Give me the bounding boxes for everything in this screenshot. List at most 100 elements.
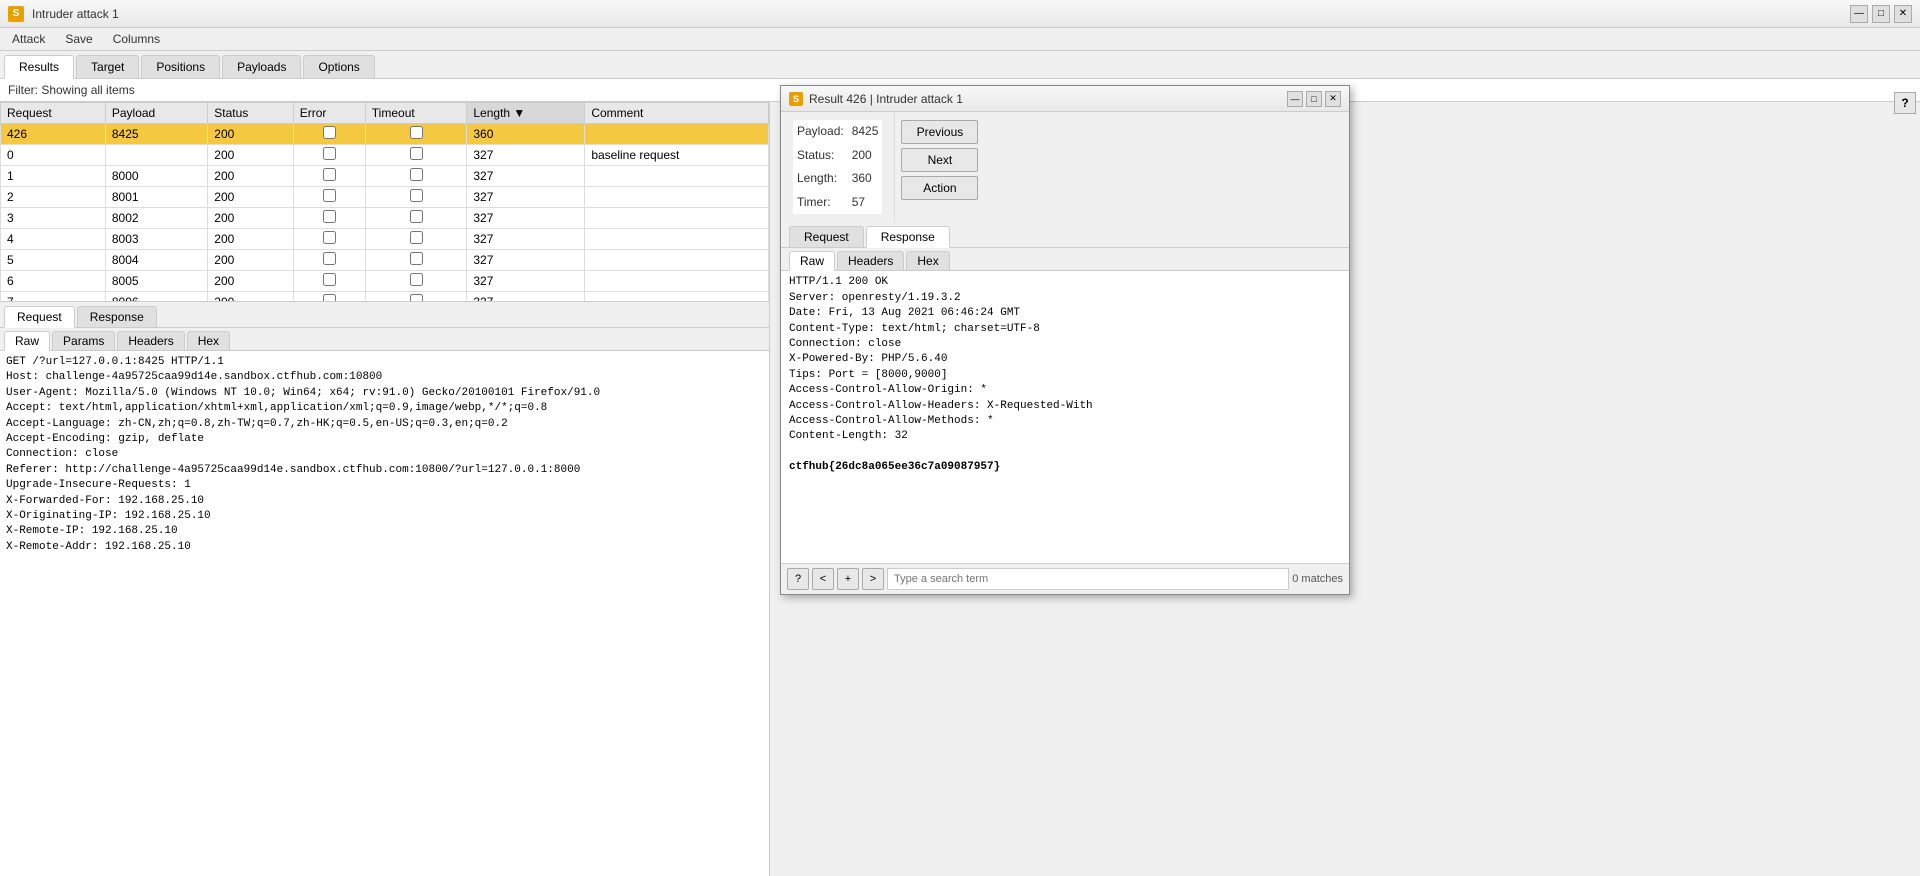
table-row[interactable]: 4268425200360 (1, 124, 769, 145)
timeout-checkbox[interactable] (410, 189, 423, 202)
lower-panel: Request Response Raw Params Headers Hex … (0, 302, 769, 876)
result-sub-tabs: Raw Headers Hex (781, 248, 1349, 271)
error-checkbox[interactable] (323, 252, 336, 265)
app-icon: S (8, 6, 24, 22)
table-row[interactable]: 18000200327 (1, 166, 769, 187)
main-tabs: Results Target Positions Payloads Option… (0, 51, 1920, 79)
result-info-row: Payload: 8425 Status: 200 Length: 360 (781, 112, 1349, 222)
tab-target[interactable]: Target (76, 55, 139, 78)
table-row[interactable]: 78006200327 (1, 292, 769, 303)
search-prev-button[interactable]: < (812, 568, 834, 590)
action-button[interactable]: Action (901, 176, 978, 200)
search-help-button[interactable]: ? (787, 568, 809, 590)
col-comment[interactable]: Comment (585, 103, 769, 124)
result-body: Payload: 8425 Status: 200 Length: 360 (781, 112, 1349, 594)
error-checkbox[interactable] (323, 189, 336, 202)
results-table: Request Payload Status Error Timeout Len… (0, 102, 769, 302)
table-row[interactable]: 58004200327 (1, 250, 769, 271)
result-tab-request[interactable]: Request (789, 226, 864, 247)
next-button[interactable]: Next (901, 148, 978, 172)
timeout-checkbox[interactable] (410, 168, 423, 181)
lower-req-resp-tabs: Request Response (0, 302, 769, 328)
length-label: Length: (793, 167, 848, 191)
lower-tab-request[interactable]: Request (4, 306, 75, 328)
result-controls: — □ ✕ (1287, 91, 1341, 107)
result-title: Result 426 | Intruder attack 1 (809, 92, 1281, 106)
timeout-checkbox[interactable] (410, 126, 423, 139)
length-value: 360 (848, 167, 883, 191)
result-minimize[interactable]: — (1287, 91, 1303, 107)
search-input[interactable] (887, 568, 1289, 590)
timeout-checkbox[interactable] (410, 147, 423, 160)
menu-attack[interactable]: Attack (4, 30, 53, 48)
table-row[interactable]: 38002200327 (1, 208, 769, 229)
table-row[interactable]: 28001200327 (1, 187, 769, 208)
lower-sub-tabs: Raw Params Headers Hex (0, 328, 769, 351)
col-status[interactable]: Status (208, 103, 293, 124)
filter-text: Filter: Showing all items (8, 83, 135, 97)
request-content: GET /?url=127.0.0.1:8425 HTTP/1.1 Host: … (0, 351, 769, 876)
col-timeout[interactable]: Timeout (365, 103, 467, 124)
help-button[interactable]: ? (1894, 92, 1916, 114)
result-tab-response[interactable]: Response (866, 226, 950, 248)
error-checkbox[interactable] (323, 210, 336, 223)
search-matches: 0 matches (1292, 573, 1343, 585)
search-next-button[interactable]: > (862, 568, 884, 590)
error-checkbox[interactable] (323, 147, 336, 160)
result-info: Payload: 8425 Status: 200 Length: 360 (781, 112, 894, 222)
left-panel: Request Payload Status Error Timeout Len… (0, 102, 770, 876)
timer-value: 57 (848, 191, 883, 215)
results-table-container: Request Payload Status Error Timeout Len… (0, 102, 769, 302)
result-maximize[interactable]: □ (1306, 91, 1322, 107)
result-req-resp-tabs: Request Response (781, 222, 1349, 248)
timeout-checkbox[interactable] (410, 231, 423, 244)
result-close[interactable]: ✕ (1325, 91, 1341, 107)
timeout-checkbox[interactable] (410, 273, 423, 286)
minimize-button[interactable]: — (1850, 5, 1868, 23)
error-checkbox[interactable] (323, 273, 336, 286)
error-checkbox[interactable] (323, 168, 336, 181)
lower-subtab-hex[interactable]: Hex (187, 331, 230, 350)
error-checkbox[interactable] (323, 231, 336, 244)
result-window: S Result 426 | Intruder attack 1 — □ ✕ P… (780, 85, 1350, 595)
result-response-content: HTTP/1.1 200 OK Server: openresty/1.19.3… (781, 271, 1349, 563)
payload-value: 8425 (848, 120, 883, 144)
previous-button[interactable]: Previous (901, 120, 978, 144)
status-value: 200 (848, 144, 883, 168)
search-add-button[interactable]: + (837, 568, 859, 590)
result-icon: S (789, 92, 803, 106)
menu-columns[interactable]: Columns (105, 30, 168, 48)
error-checkbox[interactable] (323, 294, 336, 302)
result-title-bar: S Result 426 | Intruder attack 1 — □ ✕ (781, 86, 1349, 112)
tab-positions[interactable]: Positions (141, 55, 220, 78)
timeout-checkbox[interactable] (410, 210, 423, 223)
lower-subtab-params[interactable]: Params (52, 331, 115, 350)
col-payload[interactable]: Payload (105, 103, 207, 124)
col-request[interactable]: Request (1, 103, 106, 124)
close-button[interactable]: ✕ (1894, 5, 1912, 23)
result-side-buttons: Previous Next Action (894, 112, 984, 222)
timer-label: Timer: (793, 191, 848, 215)
lower-tab-response[interactable]: Response (77, 306, 157, 327)
col-error[interactable]: Error (293, 103, 365, 124)
result-subtab-hex[interactable]: Hex (906, 251, 949, 270)
table-row[interactable]: 68005200327 (1, 271, 769, 292)
result-subtab-raw[interactable]: Raw (789, 251, 835, 271)
table-row[interactable]: 0200327baseline request (1, 145, 769, 166)
lower-subtab-headers[interactable]: Headers (117, 331, 184, 350)
lower-subtab-raw[interactable]: Raw (4, 331, 50, 351)
tab-payloads[interactable]: Payloads (222, 55, 301, 78)
table-row[interactable]: 48003200327 (1, 229, 769, 250)
error-checkbox[interactable] (323, 126, 336, 139)
timeout-checkbox[interactable] (410, 252, 423, 265)
col-length[interactable]: Length ▼ (467, 103, 585, 124)
maximize-button[interactable]: □ (1872, 5, 1890, 23)
payload-label: Payload: (793, 120, 848, 144)
tab-results[interactable]: Results (4, 55, 74, 79)
timeout-checkbox[interactable] (410, 294, 423, 302)
result-subtab-headers[interactable]: Headers (837, 251, 904, 270)
window-controls: — □ ✕ (1850, 5, 1912, 23)
tab-options[interactable]: Options (303, 55, 374, 78)
menu-save[interactable]: Save (57, 30, 100, 48)
status-label: Status: (793, 144, 848, 168)
